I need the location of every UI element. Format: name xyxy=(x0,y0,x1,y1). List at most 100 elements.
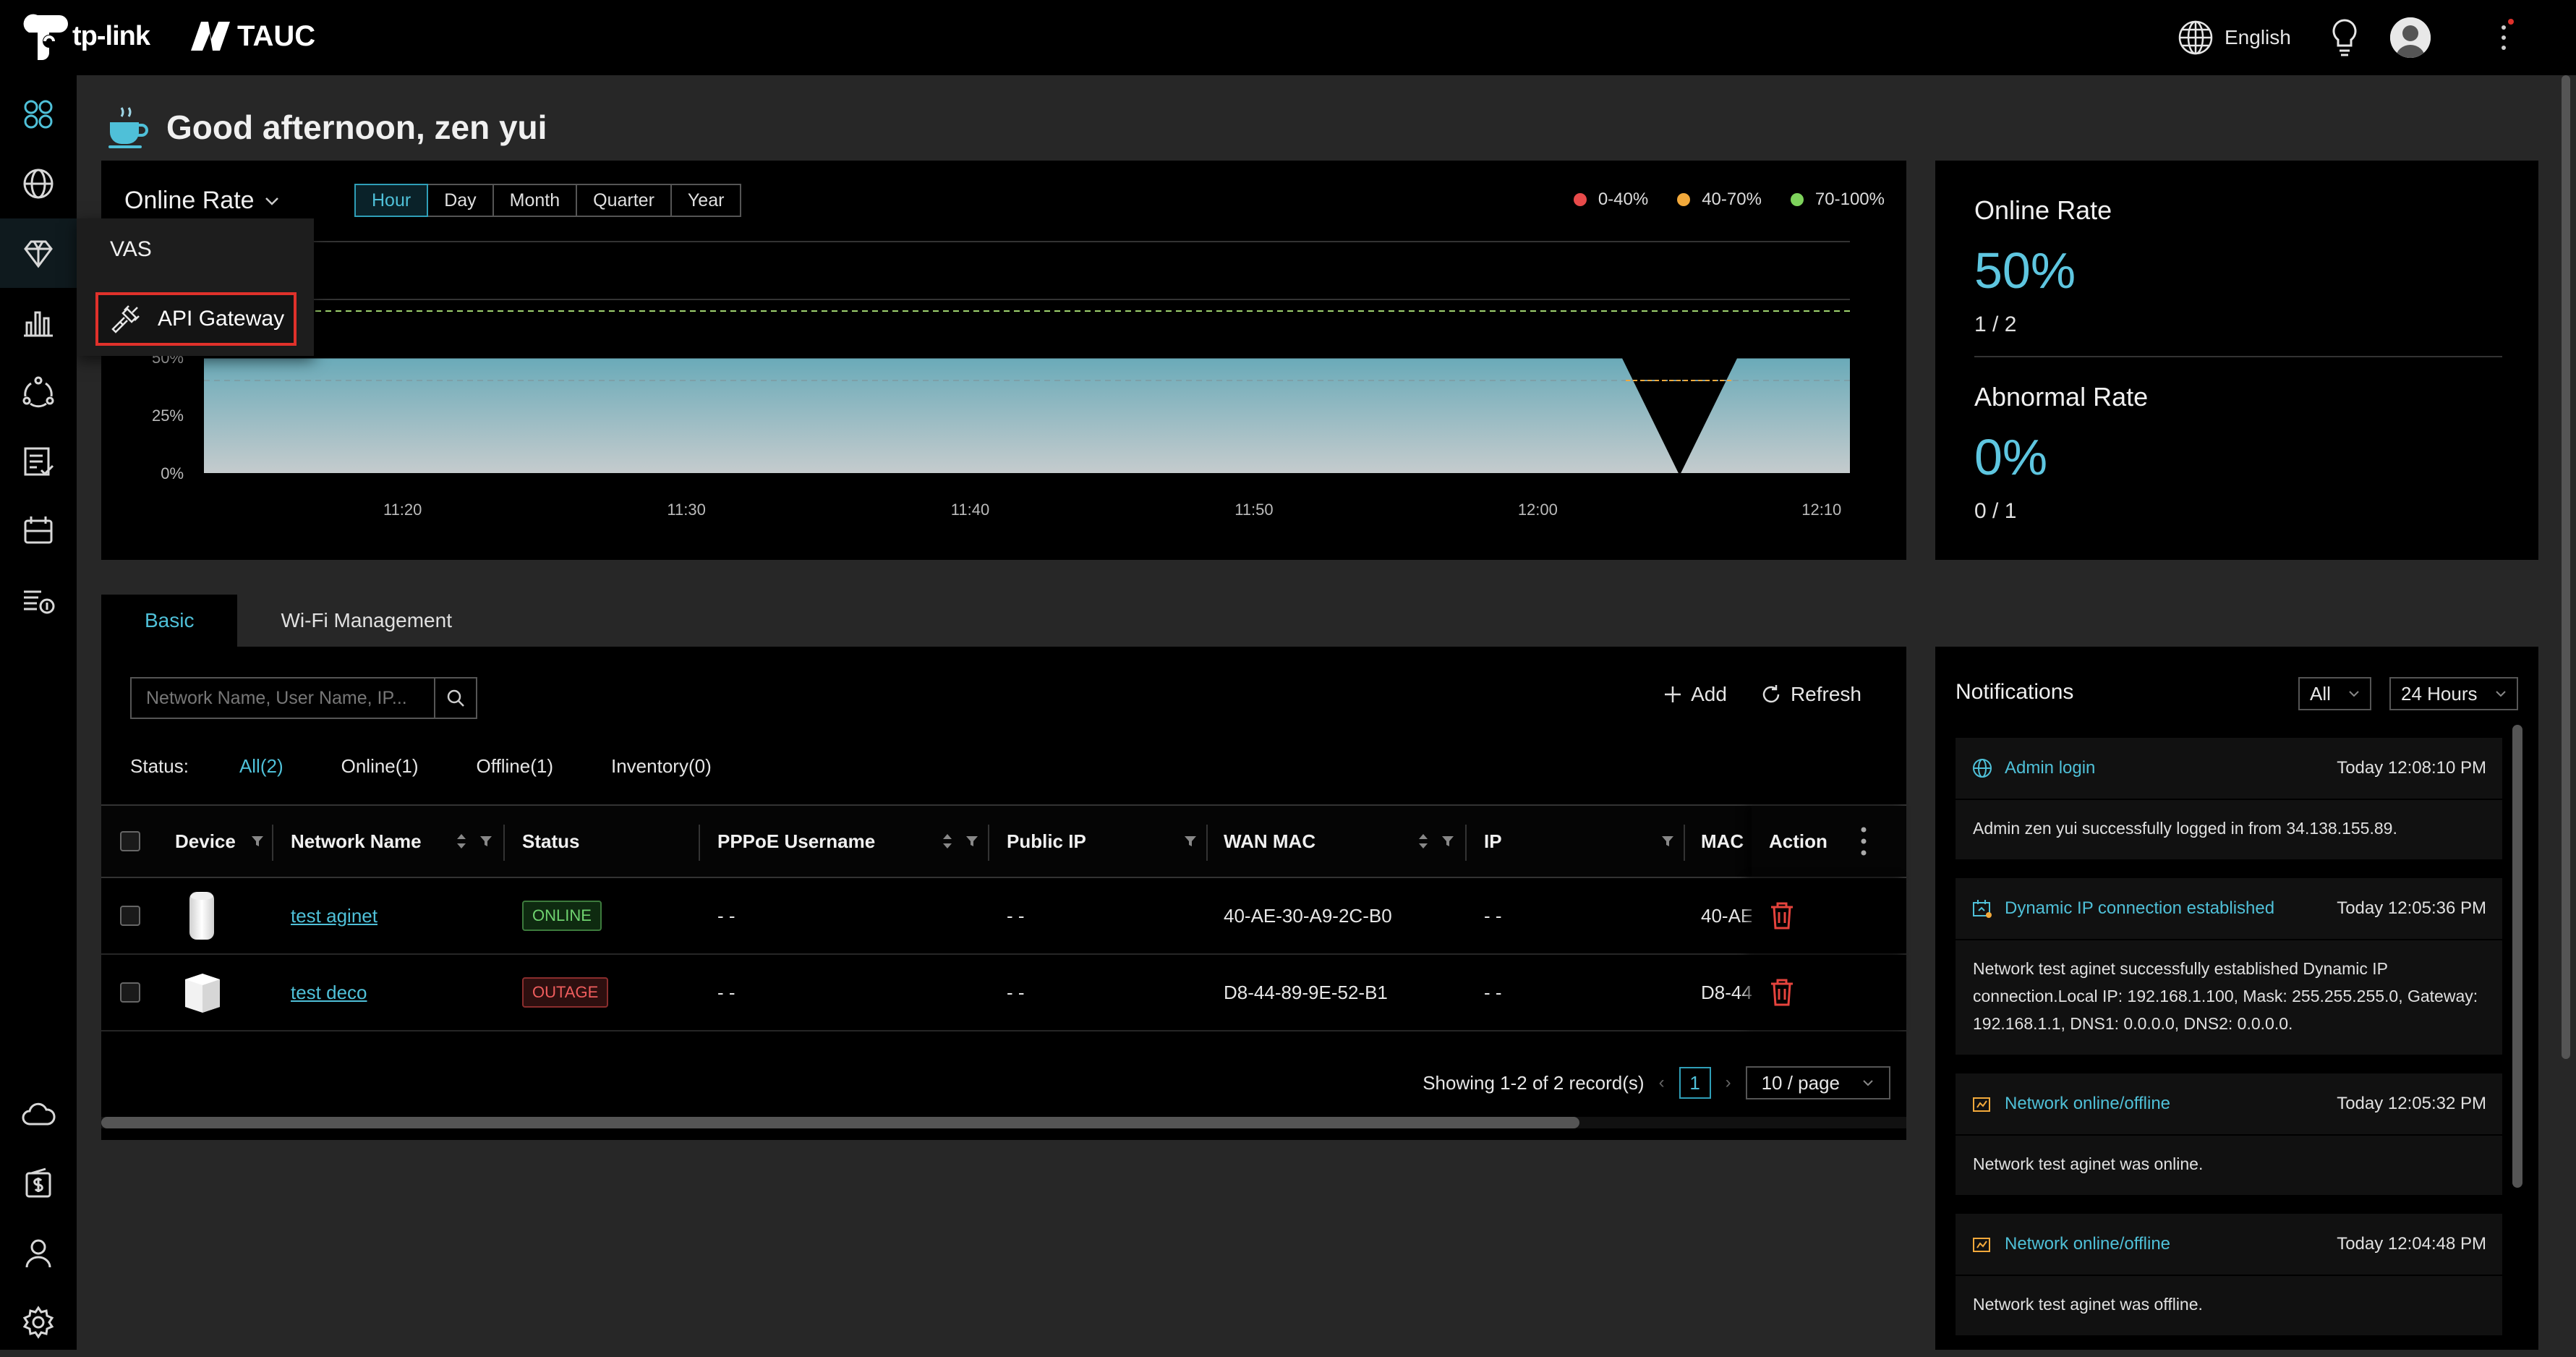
notifications-card: Notifications All 24 Hours Admin login T… xyxy=(1935,647,2538,1350)
action-header: Action xyxy=(1752,806,1906,877)
top-header: tp-link TAUC English xyxy=(0,0,2576,75)
sidebar-item-account[interactable] xyxy=(0,1218,77,1288)
period-day-button[interactable]: Day xyxy=(427,184,494,217)
x-tick-label: 11:30 xyxy=(667,501,705,519)
notification-item[interactable]: Admin login Today 12:08:10 PM Admin zen … xyxy=(1956,738,2502,859)
action-cell xyxy=(1752,878,1906,953)
table-row[interactable]: test deco OUTAGE - - - - D8-44-89-9E-52-… xyxy=(101,955,1906,1031)
refresh-button[interactable]: Refresh xyxy=(1760,683,1861,706)
tips-button[interactable] xyxy=(2327,17,2362,58)
abnormal-rate-count: 0 / 1 xyxy=(1974,499,2017,523)
vas-flyout-menu: VAS API Gateway xyxy=(77,218,314,356)
period-year-button[interactable]: Year xyxy=(670,184,742,217)
tplink-logo[interactable]: tp-link xyxy=(23,10,150,62)
y-tick-label: 0% xyxy=(161,464,184,482)
more-menu-button[interactable] xyxy=(2491,17,2517,58)
action-cell xyxy=(1752,955,1906,1030)
page-number-button[interactable]: 1 xyxy=(1679,1067,1711,1099)
user-avatar[interactable] xyxy=(2390,17,2431,58)
globe-icon xyxy=(2178,20,2213,55)
select-all-checkbox[interactable] xyxy=(120,831,140,851)
more-vertical-icon xyxy=(2502,19,2514,50)
period-selector: Hour Day Month Quarter Year xyxy=(354,184,742,217)
horizontal-scrollbar[interactable] xyxy=(101,1117,1906,1128)
record-summary: Showing 1-2 of 2 record(s) xyxy=(1423,1071,1645,1094)
sidebar-item-statistics[interactable] xyxy=(0,288,77,357)
wan-mac-sort[interactable] xyxy=(1416,806,1430,877)
notification-item[interactable]: Network online/offline Today 12:04:48 PM… xyxy=(1956,1214,2502,1335)
notification-range-select[interactable]: 24 Hours xyxy=(2389,677,2518,710)
ip-filter[interactable] xyxy=(1660,806,1675,877)
col-mac: MAC xyxy=(1701,830,1744,852)
sidebar-item-billing[interactable] xyxy=(0,566,77,635)
metric-selector[interactable]: Online Rate xyxy=(124,187,281,215)
tab-basic[interactable]: Basic xyxy=(101,595,238,647)
table-row[interactable]: test aginet ONLINE - - - - 40-AE-30-A9-2… xyxy=(101,878,1906,955)
notification-item[interactable]: Dynamic IP connection established Today … xyxy=(1956,878,2502,1055)
router-device-icon xyxy=(189,892,214,940)
sidebar-item-settings[interactable] xyxy=(0,1288,77,1357)
add-button[interactable]: Add xyxy=(1663,683,1727,706)
status-filter-all[interactable]: All(2) xyxy=(239,755,283,778)
status-filter-inventory[interactable]: Inventory(0) xyxy=(611,755,712,778)
pppoe-filter[interactable] xyxy=(965,806,979,877)
coffee-cup-icon xyxy=(108,107,148,148)
notification-type-select[interactable]: All xyxy=(2298,677,2371,710)
delete-button[interactable] xyxy=(1769,955,1795,1030)
period-hour-button[interactable]: Hour xyxy=(354,184,429,217)
sidebar-item-payment[interactable] xyxy=(0,1149,77,1218)
user-icon xyxy=(25,1239,51,1268)
sidebar-item-tasks[interactable] xyxy=(0,427,77,496)
api-gateway-menu-item[interactable]: API Gateway xyxy=(95,292,297,346)
prev-page-button[interactable]: ‹ xyxy=(1659,1073,1665,1093)
notification-body: Network test aginet was offline. xyxy=(1973,1295,2203,1314)
device-filter[interactable] xyxy=(250,806,265,877)
network-name-link[interactable]: test aginet xyxy=(291,878,378,953)
sidebar-item-schedule[interactable] xyxy=(0,496,77,566)
col-action: Action xyxy=(1769,830,1827,852)
row-checkbox[interactable] xyxy=(120,906,140,926)
network-name-link[interactable]: test deco xyxy=(291,955,367,1030)
content-tabs: Basic Wi-Fi Management xyxy=(101,595,495,647)
abnormal-rate-value: 0% xyxy=(1974,429,2048,485)
language-selector[interactable]: English xyxy=(2177,17,2291,58)
col-separator xyxy=(1206,825,1208,861)
period-month-button[interactable]: Month xyxy=(492,184,578,217)
tab-wifi-management[interactable]: Wi-Fi Management xyxy=(237,595,495,647)
sidebar-item-vas[interactable] xyxy=(0,218,77,288)
deco-device-icon xyxy=(185,974,220,1013)
row-checkbox[interactable] xyxy=(120,982,140,1003)
sidebar-item-cloud[interactable] xyxy=(0,1079,77,1149)
delete-button[interactable] xyxy=(1769,878,1795,953)
notification-header: Admin login Today 12:08:10 PM xyxy=(1956,738,2502,800)
period-quarter-button[interactable]: Quarter xyxy=(576,184,672,217)
notifications-scrollbar[interactable] xyxy=(2512,725,2522,1188)
page-size-select[interactable]: 10 / page xyxy=(1745,1066,1890,1099)
next-page-button[interactable]: › xyxy=(1726,1073,1731,1093)
network-name-filter[interactable] xyxy=(479,806,493,877)
sidebar-item-topology[interactable] xyxy=(0,357,77,427)
wan-mac-cell: D8-44-89-9E-52-B1 xyxy=(1224,981,1388,1003)
column-settings-button[interactable] xyxy=(1859,806,1869,877)
language-label: English xyxy=(2225,26,2291,48)
status-filter-row: Status: All(2) Online(1) Offline(1) Inve… xyxy=(130,755,769,778)
ip-cell: - - xyxy=(1484,981,1502,1003)
network-name-sort[interactable] xyxy=(454,806,469,877)
status-filter-online[interactable]: Online(1) xyxy=(341,755,419,778)
notification-header: Network online/offline Today 12:04:48 PM xyxy=(1956,1214,2502,1276)
horizontal-scrollbar-thumb[interactable] xyxy=(101,1117,1579,1128)
search-button[interactable] xyxy=(434,678,476,718)
status-filter-offline[interactable]: Offline(1) xyxy=(477,755,553,778)
filter-icon xyxy=(480,836,492,846)
page-scrollbar[interactable] xyxy=(2562,75,2570,1059)
col-network-name: Network Name xyxy=(291,830,422,852)
notification-item[interactable]: Network online/offline Today 12:05:32 PM… xyxy=(1956,1073,2502,1195)
public-ip-filter[interactable] xyxy=(1183,806,1198,877)
search-input[interactable] xyxy=(132,678,434,718)
wan-mac-filter[interactable] xyxy=(1441,806,1455,877)
tauc-logo[interactable]: TAUC xyxy=(189,10,315,62)
pppoe-sort[interactable] xyxy=(940,806,955,877)
notification-body: Network test aginet was online. xyxy=(1973,1154,2204,1173)
sidebar-item-network[interactable] xyxy=(0,149,77,218)
sidebar-item-dashboard[interactable] xyxy=(0,80,77,149)
